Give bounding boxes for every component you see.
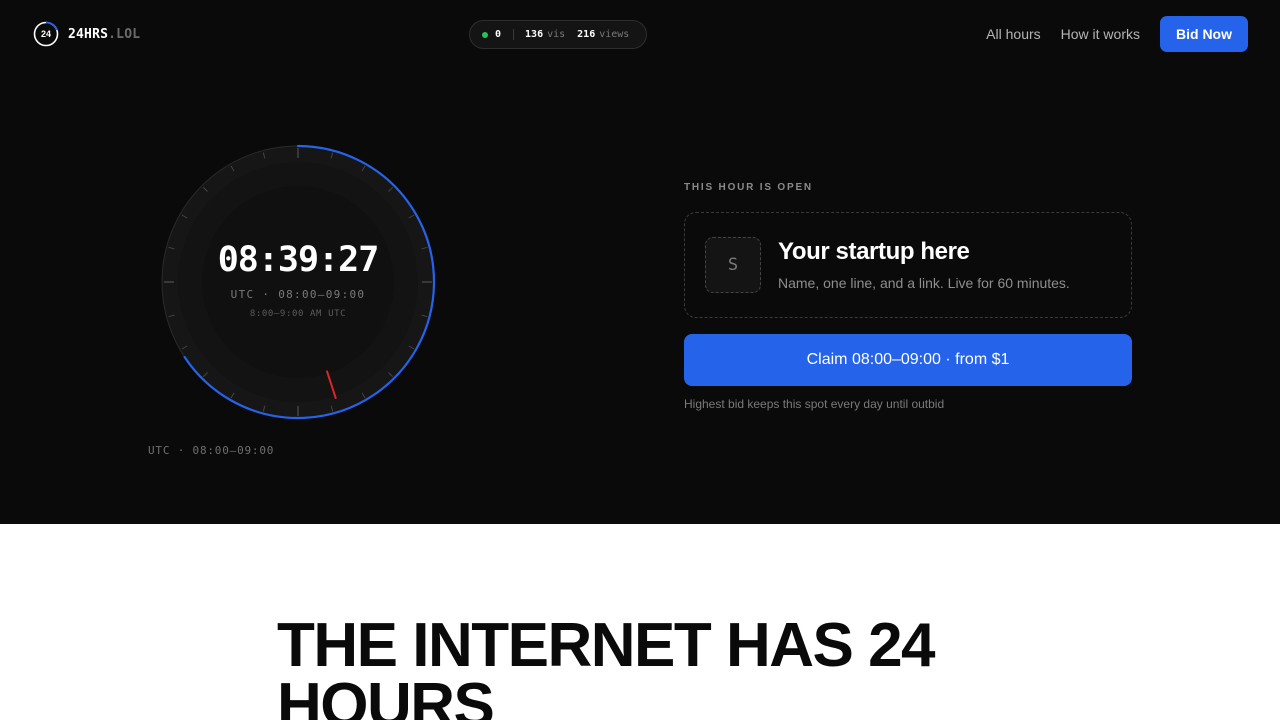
bid-now-button[interactable]: Bid Now: [1160, 16, 1248, 52]
slot-title: Your startup here: [778, 238, 970, 265]
visitors-count: 136: [525, 29, 544, 40]
logo-wordmark: 24HRS.LOL: [68, 27, 140, 42]
clock-time: 08:39:27: [217, 240, 380, 280]
page-headline: THE INTERNET HAS 24 HOURS: [277, 611, 936, 720]
clock-zone-line: UTC · 08:00–09:00: [230, 288, 366, 301]
nav-all-hours[interactable]: All hours: [986, 26, 1040, 42]
live-stats: 0 136 vis 216 views: [469, 20, 647, 49]
claim-note: Highest bid keeps this spot every day un…: [684, 397, 945, 411]
slot-avatar: S: [705, 237, 761, 293]
claim-slot-button[interactable]: Claim 08:00–09:00 · from $1: [684, 334, 1132, 386]
nav-how-it-works[interactable]: How it works: [1061, 26, 1140, 42]
hour-status-label: THIS HOUR IS OPEN: [684, 182, 813, 193]
stats-divider: [513, 29, 515, 40]
logo-badge-number: 24: [40, 29, 51, 39]
logo-badge-icon: 24: [33, 21, 59, 47]
views-count: 216: [577, 29, 596, 40]
hour-clock: 08:39:27 UTC · 08:00–09:00 8:00–9:00 AM …: [160, 144, 436, 420]
visitors-label: vis: [547, 29, 566, 40]
clock-local-line: 8:00–9:00 AM UTC: [249, 309, 347, 319]
views-label: views: [599, 29, 630, 40]
hero-section: 24 24HRS.LOL 0 136 vis 216 views All hou…: [0, 0, 1280, 524]
live-dot-icon: [482, 31, 488, 38]
logo-suffix: .LOL: [108, 26, 141, 42]
logo[interactable]: 24 24HRS.LOL: [33, 21, 140, 47]
clock-caption: UTC · 08:00–09:00: [148, 444, 275, 457]
clock-dial: [161, 144, 436, 420]
slot-description: Name, one line, and a link. Live for 60 …: [778, 275, 1070, 291]
logo-main: 24HRS: [68, 26, 109, 42]
top-nav: All hours How it works Bid Now: [986, 16, 1248, 52]
online-count: 0: [495, 29, 502, 40]
startup-slot-card[interactable]: S Your startup here Name, one line, and …: [684, 212, 1132, 318]
